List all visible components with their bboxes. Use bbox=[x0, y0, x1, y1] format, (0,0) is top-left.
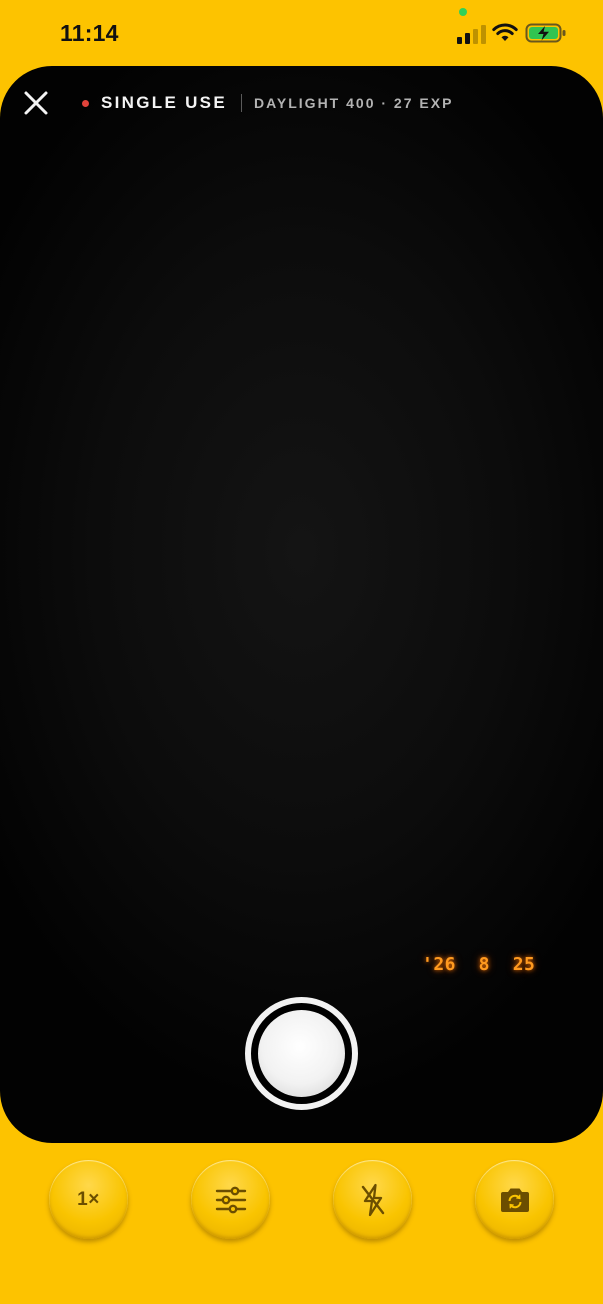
film-info: DAYLIGHT 400 · 27 EXP bbox=[253, 95, 454, 111]
film-title: SINGLE USE bbox=[101, 93, 227, 112]
recording-dot bbox=[82, 99, 89, 107]
close-button[interactable] bbox=[20, 87, 52, 119]
zoom-button[interactable]: 1× bbox=[49, 1160, 128, 1239]
camera-flip-button[interactable] bbox=[475, 1160, 554, 1239]
zoom-label: 1× bbox=[77, 1188, 100, 1210]
camera-flip-icon bbox=[500, 1188, 529, 1212]
flash-off-icon bbox=[361, 1183, 384, 1216]
status-time: 11:14 bbox=[60, 20, 119, 46]
shutter-core bbox=[258, 1010, 345, 1097]
header-divider bbox=[240, 94, 242, 112]
camera-viewfinder[interactable]: SINGLE USE DAYLIGHT 400 · 27 EXP '26 8 2… bbox=[0, 66, 603, 1143]
shutter-button[interactable] bbox=[245, 997, 358, 1110]
camera-screen: 11:14 SINGLE USE DAYLIGHT 400 · 27 EXP '… bbox=[0, 0, 603, 1304]
date-stamp: '26 8 25 bbox=[422, 954, 536, 975]
cellular-signal-icon bbox=[457, 25, 486, 44]
privacy-indicator bbox=[459, 8, 467, 16]
flash-toggle-button[interactable] bbox=[333, 1160, 412, 1239]
wifi-icon bbox=[492, 23, 518, 41]
sliders-icon bbox=[215, 1186, 246, 1213]
settings-button[interactable] bbox=[191, 1160, 270, 1239]
film-header: SINGLE USE DAYLIGHT 400 · 27 EXP bbox=[82, 92, 453, 114]
close-icon bbox=[24, 91, 48, 115]
battery-charging-icon bbox=[525, 23, 566, 43]
